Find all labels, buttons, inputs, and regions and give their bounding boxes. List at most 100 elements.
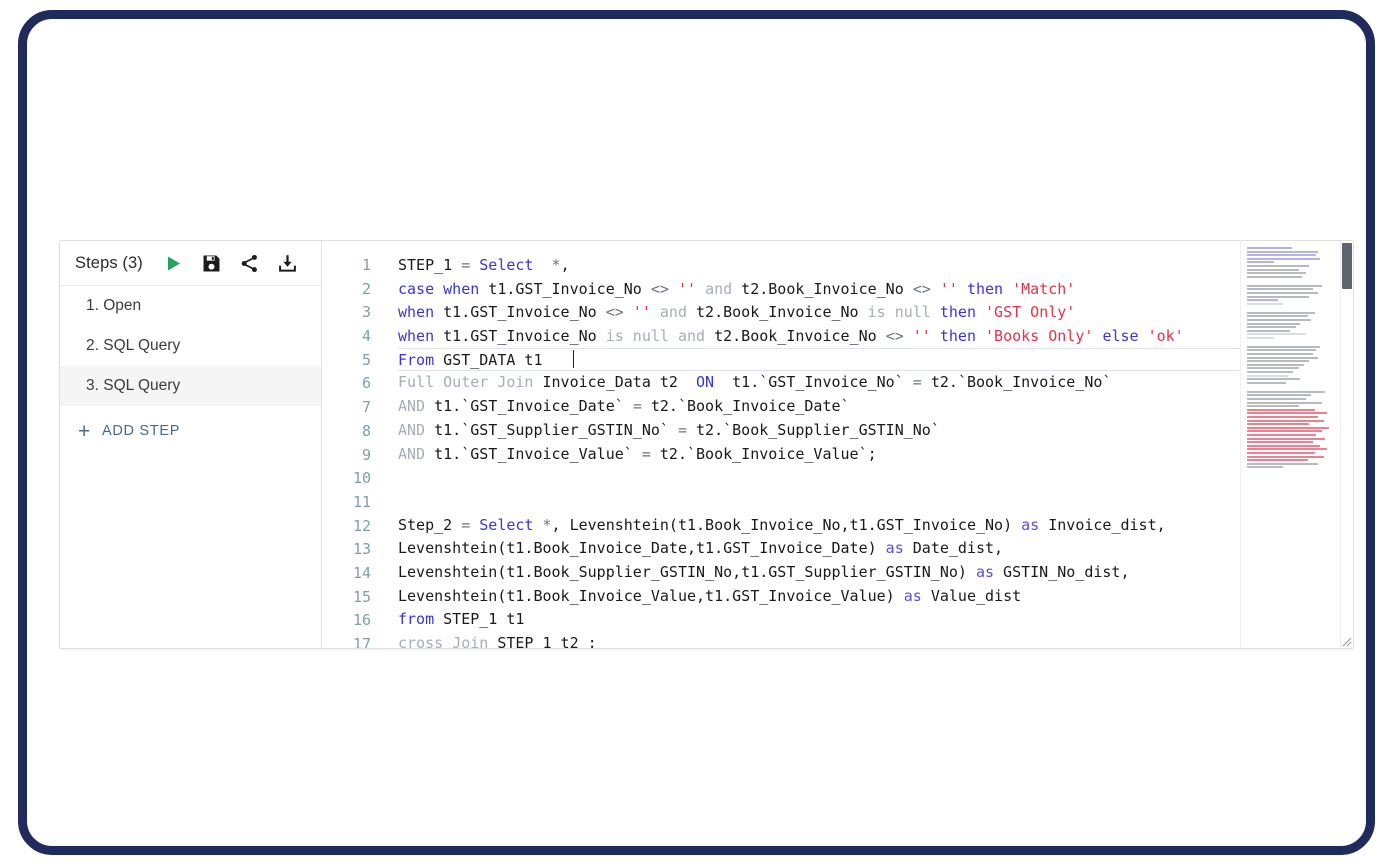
minimap-line bbox=[1247, 419, 1324, 422]
minimap-line bbox=[1247, 363, 1304, 366]
code-line[interactable]: cross Join STEP_1 t2 ; bbox=[398, 632, 1240, 648]
step-item-3[interactable]: 3. SQL Query bbox=[60, 366, 321, 406]
minimap-line bbox=[1247, 390, 1326, 393]
code-content[interactable]: STEP_1 = Select *, case when t1.GST_Invoi… bbox=[384, 241, 1240, 648]
code-line[interactable]: AND t1.`GST_Invoice_Date` = t2.`Book_Inv… bbox=[398, 395, 1240, 419]
step-item-label: 2. SQL Query bbox=[86, 337, 181, 354]
minimap-line bbox=[1247, 315, 1308, 318]
share-icon-glyph bbox=[242, 254, 258, 272]
code-line[interactable]: when t1.GST_Invoice_No is null and t2.Bo… bbox=[398, 325, 1240, 349]
code-line[interactable]: From GST_DATA t1 bbox=[398, 347, 1240, 372]
code-line[interactable]: Levenshtein(t1.Book_Invoice_Date,t1.GST_… bbox=[398, 537, 1240, 561]
code-line[interactable]: Levenshtein(t1.Book_Invoice_Value,t1.GST… bbox=[398, 585, 1240, 609]
code-line[interactable]: from STEP_1 t1 bbox=[398, 608, 1240, 632]
line-number: 16 bbox=[352, 611, 371, 630]
code-scroll-region[interactable]: 1 2 3 4 5 6 7 8 9 10 11 12 13 14 15 16 17 STEP_1 = Selec… bbox=[322, 241, 1240, 648]
minimap-line bbox=[1247, 333, 1306, 336]
minimap-line bbox=[1247, 272, 1306, 275]
code-line[interactable]: AND t1.`GST_Supplier_GSTIN_No` = t2.`Boo… bbox=[398, 419, 1240, 443]
minimap-line bbox=[1247, 430, 1322, 433]
step-item-label: 3. SQL Query bbox=[86, 377, 181, 394]
download-icon-glyph bbox=[279, 254, 297, 272]
line-number: 8 bbox=[361, 421, 371, 440]
minimap-line bbox=[1247, 398, 1306, 400]
code-line[interactable]: STEP_1 = Select *, bbox=[398, 254, 1240, 278]
minimap-line bbox=[1247, 302, 1283, 305]
step-item-2[interactable]: 2. SQL Query bbox=[60, 326, 321, 366]
code-line[interactable]: when t1.GST_Invoice_No <> '' and t2.Book… bbox=[398, 301, 1240, 325]
minimap-line bbox=[1247, 360, 1310, 363]
plus-icon: + bbox=[78, 419, 91, 443]
minimap-line bbox=[1247, 448, 1328, 451]
save-icon[interactable] bbox=[197, 248, 227, 278]
line-number: 1 bbox=[361, 256, 371, 274]
download-icon[interactable] bbox=[273, 248, 303, 278]
steps-title: Steps (3) bbox=[75, 253, 143, 272]
app-window-frame: Steps (3) 1. Open 2. SQL Query 3. SQL Qu… bbox=[18, 10, 1375, 855]
line-number: 2 bbox=[361, 279, 371, 298]
line-number: 15 bbox=[352, 587, 371, 606]
minimap-line bbox=[1247, 345, 1320, 348]
line-number: 9 bbox=[361, 445, 371, 464]
add-step-button[interactable]: + ADD STEP bbox=[60, 410, 321, 452]
code-line[interactable] bbox=[398, 490, 1240, 514]
minimap-line bbox=[1247, 371, 1294, 374]
sql-editor[interactable]: 1 2 3 4 5 6 7 8 9 10 11 12 13 14 15 16 17 STEP_1 = Selec… bbox=[322, 241, 1353, 648]
minimap-line bbox=[1247, 336, 1274, 339]
line-number: 6 bbox=[361, 374, 371, 393]
line-number: 3 bbox=[361, 303, 371, 322]
code-line[interactable]: Full Outer Join Invoice_Data t2 ON t1.`G… bbox=[398, 371, 1240, 395]
code-line[interactable] bbox=[398, 466, 1240, 490]
minimap-line bbox=[1247, 433, 1317, 436]
minimap-line bbox=[1247, 264, 1310, 267]
minimap-line bbox=[1247, 254, 1317, 257]
line-number: 12 bbox=[352, 516, 371, 535]
minimap-line bbox=[1247, 275, 1303, 278]
run-icon-glyph bbox=[168, 256, 181, 270]
save-icon-glyph bbox=[203, 255, 220, 271]
minimap-line bbox=[1247, 322, 1301, 325]
scrollbar-thumb[interactable] bbox=[1342, 243, 1352, 289]
minimap-line bbox=[1247, 441, 1313, 444]
minimap-line bbox=[1247, 437, 1326, 440]
line-number: 7 bbox=[361, 398, 371, 417]
minimap-line bbox=[1247, 326, 1296, 329]
code-line[interactable]: Levenshtein(t1.Book_Supplier_GSTIN_No,t1… bbox=[398, 561, 1240, 585]
minimap-line bbox=[1247, 250, 1319, 253]
text-caret bbox=[572, 349, 575, 368]
step-item-label: 1. Open bbox=[86, 297, 142, 314]
minimap-line bbox=[1247, 466, 1283, 469]
line-number: 11 bbox=[352, 492, 371, 511]
steps-panel: Steps (3) 1. Open 2. SQL Query 3. SQL Qu… bbox=[60, 241, 322, 648]
minimap-line bbox=[1247, 374, 1288, 377]
line-number: 17 bbox=[352, 635, 371, 648]
minimap-line bbox=[1247, 408, 1315, 411]
editor-vertical-scrollbar[interactable] bbox=[1340, 241, 1353, 648]
line-number: 4 bbox=[361, 327, 371, 346]
query-workbench: Steps (3) 1. Open 2. SQL Query 3. SQL Qu… bbox=[59, 240, 1354, 649]
run-icon[interactable] bbox=[159, 248, 189, 278]
line-number: 10 bbox=[352, 469, 371, 488]
share-icon[interactable] bbox=[235, 248, 265, 278]
minimap-block bbox=[1247, 247, 1336, 278]
minimap-line bbox=[1247, 257, 1320, 260]
minimap-line bbox=[1247, 455, 1324, 458]
minimap-line bbox=[1247, 367, 1299, 370]
steps-list: 1. Open 2. SQL Query 3. SQL Query bbox=[60, 286, 321, 406]
code-line[interactable]: case when t1.GST_Invoice_No <> '' and t2… bbox=[398, 278, 1240, 302]
minimap-line bbox=[1247, 349, 1317, 352]
minimap-line bbox=[1247, 426, 1329, 429]
minimap-block bbox=[1247, 284, 1336, 305]
minimap-line bbox=[1247, 401, 1322, 404]
minimap-line bbox=[1247, 318, 1312, 321]
resize-handle-icon[interactable] bbox=[1339, 634, 1352, 647]
minimap-line bbox=[1247, 247, 1292, 249]
minimap-block bbox=[1247, 390, 1336, 469]
minimap-line bbox=[1247, 288, 1313, 291]
step-item-1[interactable]: 1. Open bbox=[60, 286, 321, 326]
minimap-line bbox=[1247, 353, 1313, 356]
code-line[interactable]: AND t1.`GST_Invoice_Value` = t2.`Book_In… bbox=[398, 443, 1240, 467]
code-line[interactable]: Step_2 = Select *, Levenshtein(t1.Book_I… bbox=[398, 514, 1240, 538]
minimap-line bbox=[1247, 459, 1308, 462]
code-minimap[interactable] bbox=[1240, 241, 1340, 648]
